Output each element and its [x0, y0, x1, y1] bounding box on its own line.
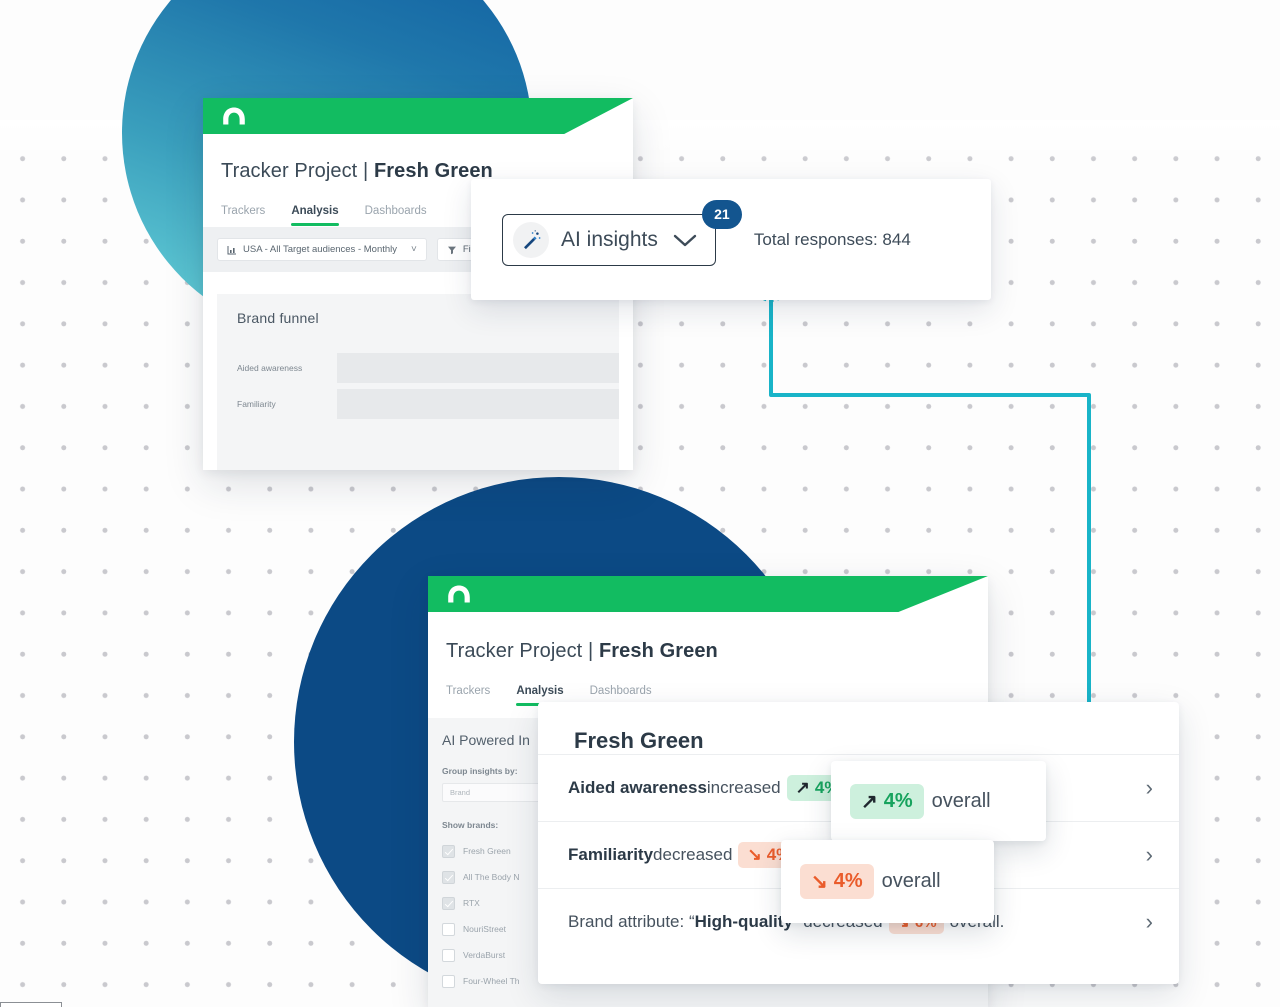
app-topbar	[203, 98, 633, 134]
insight-metric-label: Familiarity	[568, 845, 654, 864]
brand-label: RTX	[463, 898, 480, 908]
funnel-row: Familiarity	[217, 386, 619, 422]
brand-checkbox[interactable]	[442, 948, 455, 962]
audience-selector-label: USA - All Target audiences - Monthly	[243, 244, 398, 255]
insight-metric-label: Aided awareness	[568, 778, 707, 797]
arrow-up-right-icon: ↗	[795, 778, 810, 797]
insight-verb: decreased	[653, 845, 733, 864]
popout-chip-up: ↗ 4%	[850, 783, 924, 819]
page-header-bottom: Tracker Project | Fresh Green	[428, 612, 988, 663]
arch-logo-icon	[448, 585, 470, 603]
page-title-prefix: Tracker Project |	[221, 160, 374, 182]
total-responses-label: Total responses: 844	[753, 229, 911, 249]
ai-insights-label: AI insights	[561, 227, 658, 251]
arch-logo-icon	[223, 107, 245, 125]
brand-checkbox[interactable]	[442, 922, 455, 936]
popout-increase-tooltip: ↗ 4% overall	[831, 761, 1046, 841]
arrow-down-right-icon: ↘	[811, 871, 828, 893]
chevron-down-icon[interactable]	[672, 232, 698, 248]
audience-selector[interactable]: USA - All Target audiences - Monthly ˅	[217, 238, 427, 261]
ai-insights-count-badge: 21	[701, 199, 742, 229]
brand-checkbox[interactable]	[442, 844, 455, 858]
arrow-down-right-icon: ↘	[747, 845, 762, 864]
funnel-row-label: Familiarity	[237, 399, 276, 409]
brand-label: VerdaBurst	[463, 950, 506, 960]
tab-trackers[interactable]: Trackers	[221, 205, 265, 226]
funnel-row-bar	[337, 389, 619, 419]
tab-trackers[interactable]: Trackers	[446, 685, 490, 706]
funnel-row: Aided awareness	[217, 350, 619, 386]
ai-insights-button[interactable]: AI insights 21	[502, 199, 742, 266]
brand-checkbox[interactable]	[442, 974, 455, 988]
popout-chip-down: ↘ 4%	[800, 864, 874, 899]
popout-decrease-tooltip: ↘ 4% overall	[781, 840, 994, 923]
chevron-right-icon[interactable]: ›	[1146, 775, 1153, 801]
tab-dashboards[interactable]: Dashboards	[365, 205, 427, 226]
segment-icon	[227, 245, 236, 254]
insight-verb: increased	[706, 778, 781, 797]
popout-chip-value: 4%	[833, 870, 863, 892]
popout-text: overall	[931, 789, 991, 812]
brand-checkbox[interactable]	[442, 896, 455, 910]
brand-checkbox[interactable]	[442, 870, 455, 884]
funnel-row-label: Aided awareness	[237, 363, 303, 373]
chevron-right-icon[interactable]: ›	[1146, 842, 1153, 868]
brand-funnel-rows: Aided awareness Familiarity	[217, 350, 619, 422]
ai-insights-callout-card: AI insights 21 Total responses: 844	[471, 179, 991, 300]
funnel-row-bar	[337, 353, 619, 383]
funnel-icon	[447, 246, 456, 254]
brand-label: Four-Wheel Th	[463, 976, 520, 986]
page-title-brand: Fresh Green	[598, 640, 718, 662]
magic-wand-icon	[513, 221, 549, 258]
brand-label: All The Body N	[463, 872, 520, 882]
brand-label: Fresh Green	[463, 846, 511, 856]
popout-text: overall	[881, 870, 941, 892]
chevron-down-icon: ˅	[411, 244, 417, 255]
chevron-right-icon[interactable]: ›	[1146, 909, 1153, 935]
popout-chip-value: 4%	[883, 789, 913, 812]
brand-funnel-panel: Brand funnel Aided awareness Familiarity	[217, 294, 619, 470]
page-title-prefix: Tracker Project |	[446, 640, 599, 662]
arrow-up-right-icon: ↗	[861, 790, 878, 813]
tab-analysis[interactable]: Analysis	[291, 205, 339, 226]
page-title: Tracker Project | Fresh Green	[446, 640, 988, 663]
brand-label: NouriStreet	[463, 924, 506, 934]
corner-artifact-box	[0, 1002, 62, 1007]
insights-card-title: Fresh Green	[574, 728, 704, 753]
page-header-top: Tracker Project | Fresh Green	[203, 134, 633, 183]
app-topbar	[428, 576, 988, 612]
insight-metric-label: High-quality	[694, 912, 793, 931]
tabs-container-bottom: Trackers Analysis Dashboards	[428, 663, 988, 706]
illustration-stage: Tracker Project | Fresh Green Trackers A…	[0, 0, 1280, 1007]
insight-prefix: Brand attribute: “	[568, 912, 695, 931]
